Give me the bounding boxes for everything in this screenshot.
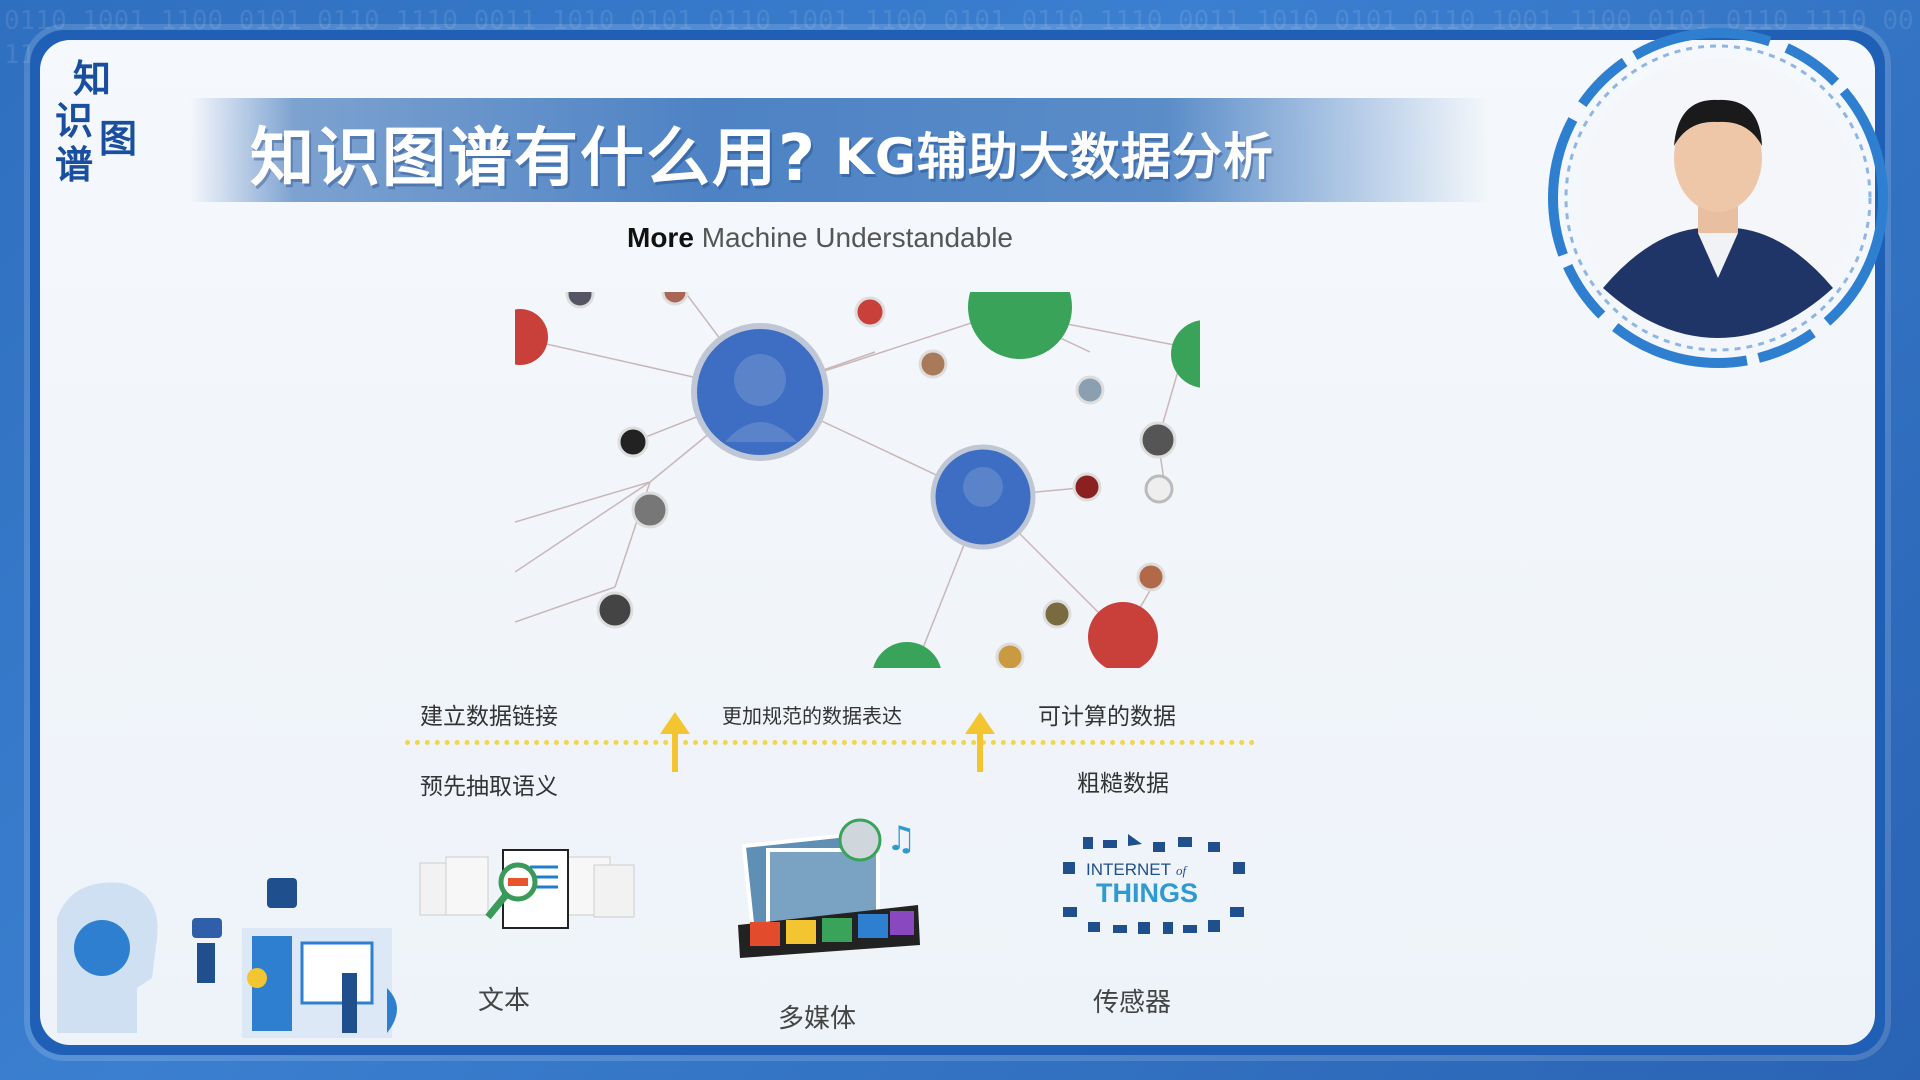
title-main: 知识图谱有什么用? [250,122,818,196]
logo-char: 谱 [55,142,94,187]
caption-bold: More [627,222,694,253]
iot-of: of [1176,863,1189,878]
source-label-text: 文本 [478,986,531,1016]
logo-char: 图 [99,116,138,161]
label-normalized-representation: 更加规范的数据表达 [722,704,902,728]
label-pre-extract-semantics: 预先抽取语义 [420,774,558,800]
up-arrow-icon [965,712,995,772]
source-label-multimedia: 多媒体 [778,1004,857,1034]
presenter-video-avatar [1548,28,1888,368]
internet-of-things-icon: INTERNET of THINGS [1063,834,1245,934]
up-arrow-icon [660,712,690,772]
knowledge-graph-logo: 知 识 图 谱 [55,48,165,187]
title-sub: KG辅助大数据分析 [835,128,1274,186]
text-document-search-icon [419,849,635,929]
multimedia-filmstrip-icon: ♫ [738,818,920,958]
caption-rest: Machine Understandable [701,222,1013,253]
label-build-links: 建立数据链接 [420,704,558,730]
layer-divider [405,740,1255,749]
slide-title: 知识图谱有什么用? KG辅助大数据分析 [250,108,1274,198]
svg-text:♫: ♫ [886,819,916,859]
graph-caption: More Machine Understandable [0,222,1640,254]
iot-line2: THINGS [1096,878,1198,908]
iot-line1: INTERNET [1086,860,1171,879]
label-computable-data: 可计算的数据 [1038,704,1176,730]
label-raw-data: 粗糙数据 [1077,771,1169,797]
knowledge-graph-illustration [515,292,1200,668]
source-label-sensor: 传感器 [1093,988,1172,1018]
decorative-ai-robot-illustration [57,878,397,1038]
